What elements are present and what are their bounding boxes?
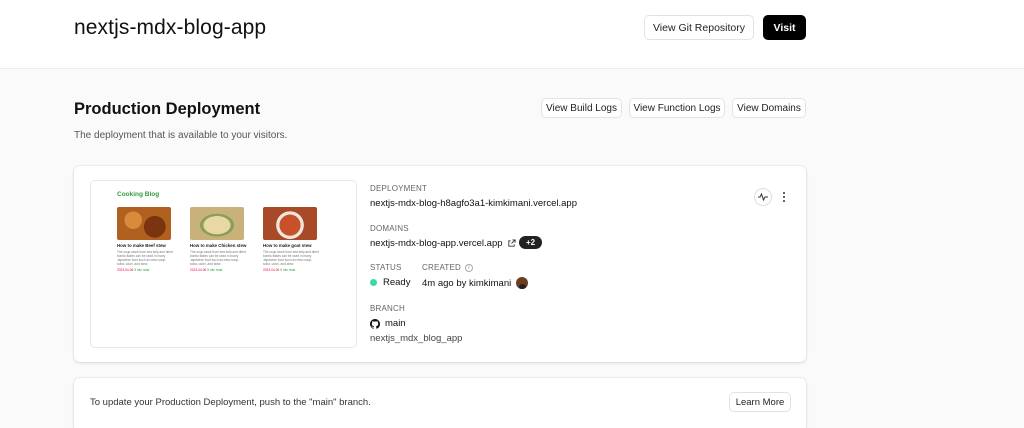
view-function-logs-button[interactable]: View Function Logs	[629, 98, 725, 118]
status-text: Ready	[383, 277, 411, 288]
deployment-label: DEPLOYMENT	[370, 184, 428, 193]
branch-text: main	[385, 318, 406, 329]
more-dot-icon	[783, 196, 785, 198]
more-dot-icon	[783, 200, 785, 202]
preview-item-date: 2023-04-06	[263, 268, 280, 272]
external-link-icon	[507, 239, 516, 247]
preview-item: How to make goat stew The soup stock fro…	[263, 207, 319, 272]
created-label-text: CREATED	[422, 263, 462, 272]
status-value: Ready	[370, 277, 410, 288]
created-text: 4m ago by kimkimani	[422, 277, 512, 289]
preview-item-meta: 2023-04-06 5 min read	[263, 268, 319, 272]
project-header: nextjs-mdx-blog-app View Git Repository …	[0, 0, 1024, 69]
created-label: CREATED i	[422, 263, 474, 272]
update-notice-card: To update your Production Deployment, pu…	[74, 378, 806, 428]
preview-item-meta: 2023-04-06 5 min read	[117, 268, 173, 272]
preview-image	[190, 207, 244, 240]
domain-text: nextjs-mdx-blog-app.vercel.app	[370, 238, 503, 249]
preview-item-name: How to make Chicken stew	[190, 243, 247, 248]
branch-link[interactable]: main	[370, 318, 406, 329]
preview-item-read: 5 min read	[207, 268, 223, 272]
preview-item-meta: 2023-04-06 5 min read	[190, 268, 246, 272]
preview-item-desc: The soup stock from sea kelp and dried b…	[263, 250, 319, 266]
info-icon[interactable]: i	[465, 263, 474, 272]
preview-item-date: 2023-04-06	[117, 268, 134, 272]
more-options-button[interactable]	[780, 190, 788, 204]
project-title: nextjs-mdx-blog-app	[74, 16, 267, 39]
activity-icon	[758, 192, 768, 202]
section-title: Production Deployment	[74, 100, 261, 118]
preview-item-name: How to make goat stew	[263, 243, 312, 248]
deployment-card: Cooking Blog How to make Beef stew The s…	[74, 166, 806, 362]
preview-image	[117, 207, 171, 240]
view-build-logs-button[interactable]: View Build Logs	[541, 98, 622, 118]
status-dot	[370, 279, 377, 286]
preview-item-desc: The soup stock from sea kelp and dried b…	[190, 250, 246, 266]
deployment-preview[interactable]: Cooking Blog How to make Beef stew The s…	[90, 180, 357, 348]
status-label: STATUS	[370, 263, 402, 272]
deployment-url-link[interactable]: nextjs-mdx-blog-h8agfo3a1-kimkimani.verc…	[370, 198, 577, 209]
update-notice-text: To update your Production Deployment, pu…	[90, 397, 371, 408]
preview-item-date: 2023-04-06	[190, 268, 207, 272]
view-git-repository-button[interactable]: View Git Repository	[644, 15, 754, 40]
preview-item-read: 5 min read	[134, 268, 150, 272]
preview-item-read: 5 min read	[280, 268, 296, 272]
created-value: 4m ago by kimkimani	[422, 277, 529, 289]
preview-item-desc: The soup stock from sea kelp and dried b…	[117, 250, 173, 266]
domain-link[interactable]: nextjs-mdx-blog-app.vercel.app	[370, 238, 516, 249]
preview-item-name: How to make Beef stew	[117, 243, 166, 248]
analytics-button[interactable]	[754, 188, 772, 206]
section-subtitle: The deployment that is available to your…	[74, 130, 288, 141]
github-icon	[370, 318, 380, 329]
preview-item: How to make Beef stew The soup stock fro…	[117, 207, 173, 272]
domains-label: DOMAINS	[370, 224, 409, 233]
preview-image	[263, 207, 317, 240]
learn-more-button[interactable]: Learn More	[729, 392, 791, 412]
branch-label: BRANCH	[370, 304, 405, 313]
visit-button[interactable]: Visit	[763, 15, 806, 40]
extra-domains-badge[interactable]: +2	[519, 236, 542, 249]
commit-message[interactable]: nextjs_mdx_blog_app	[370, 333, 462, 344]
preview-site-title: Cooking Blog	[117, 191, 160, 198]
more-dot-icon	[783, 192, 785, 194]
view-domains-button[interactable]: View Domains	[732, 98, 806, 118]
avatar[interactable]	[516, 277, 529, 289]
preview-item: How to make Chicken stew The soup stock …	[190, 207, 246, 272]
